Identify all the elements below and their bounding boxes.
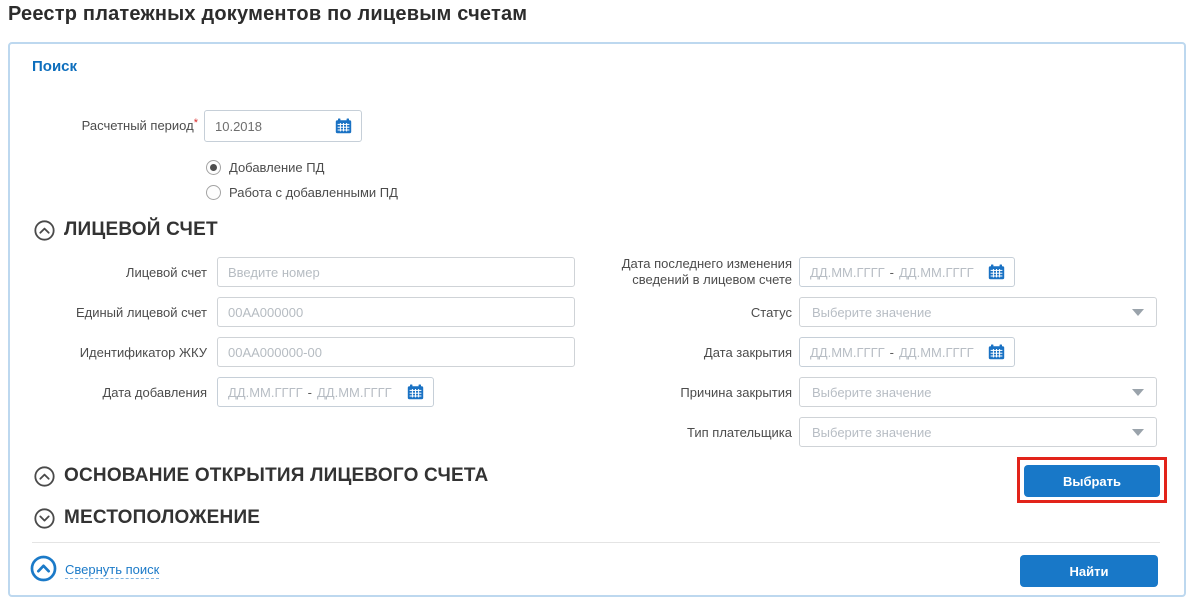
dropdown-caret-icon xyxy=(1132,429,1144,436)
period-input[interactable]: 10.2018 xyxy=(204,110,362,142)
close-date-range-input[interactable]: ДД.ММ.ГГГГ - ДД.ММ.ГГГГ xyxy=(799,337,1015,367)
dropdown-caret-icon xyxy=(1132,389,1144,396)
date-added-label: Дата добавления xyxy=(10,385,207,401)
unified-account-label: Единый лицевой счет xyxy=(10,305,207,321)
chevron-up-circle-icon xyxy=(30,555,57,582)
date-mask: ДД.ММ.ГГГГ xyxy=(899,265,974,280)
find-button[interactable]: Найти xyxy=(1020,555,1158,587)
unified-account-input[interactable] xyxy=(217,297,575,327)
collapse-search-label: Свернуть поиск xyxy=(65,562,159,579)
radio-option-adding-pd[interactable]: Добавление ПД xyxy=(206,160,324,175)
calendar-icon[interactable] xyxy=(407,384,424,400)
select-placeholder: Выберите значение xyxy=(812,425,931,440)
zhku-id-input[interactable] xyxy=(217,337,575,367)
radio-button-selected xyxy=(206,160,221,175)
select-basis-button[interactable]: Выбрать xyxy=(1024,465,1160,497)
calendar-icon[interactable] xyxy=(988,264,1005,280)
dropdown-caret-icon xyxy=(1132,309,1144,316)
account-number-input[interactable] xyxy=(217,257,575,287)
radio-button-unselected xyxy=(206,185,221,200)
section-title: МЕСТОПОЛОЖЕНИЕ xyxy=(64,507,260,529)
range-separator: - xyxy=(308,385,312,400)
date-mask: ДД.ММ.ГГГГ xyxy=(228,385,303,400)
close-reason-select[interactable]: Выберите значение xyxy=(799,377,1157,407)
period-label-text: Расчетный период xyxy=(82,118,194,133)
period-label: Расчетный период* xyxy=(10,118,198,134)
search-panel: Поиск Расчетный период* 10.2018 Добавлен… xyxy=(8,42,1186,597)
chevron-up-circle-icon xyxy=(34,220,55,241)
status-label: Статус xyxy=(592,305,792,321)
range-separator: - xyxy=(890,265,894,280)
date-mask: ДД.ММ.ГГГГ xyxy=(810,265,885,280)
last-change-date-label: Дата последнего изменения сведений в лиц… xyxy=(612,256,792,288)
page-title: Реестр платежных документов по лицевым с… xyxy=(8,3,527,26)
radio-option-work-with-added-pd[interactable]: Работа с добавленными ПД xyxy=(206,185,398,200)
required-asterisk: * xyxy=(194,117,198,129)
radio-label: Работа с добавленными ПД xyxy=(229,185,398,200)
chevron-up-circle-icon xyxy=(34,466,55,487)
date-added-range-input[interactable]: ДД.ММ.ГГГГ - ДД.ММ.ГГГГ xyxy=(217,377,434,407)
close-reason-label: Причина закрытия xyxy=(592,385,792,401)
account-number-label: Лицевой счет xyxy=(10,265,207,281)
radio-label: Добавление ПД xyxy=(229,160,324,175)
zhku-id-label: Идентификатор ЖКУ xyxy=(10,345,207,361)
payer-type-label: Тип плательщика xyxy=(592,425,792,441)
search-panel-title: Поиск xyxy=(32,58,77,75)
section-header-basis[interactable]: ОСНОВАНИЕ ОТКРЫТИЯ ЛИЦЕВОГО СЧЕТА xyxy=(34,465,488,487)
period-value: 10.2018 xyxy=(215,119,262,134)
select-placeholder: Выберите значение xyxy=(812,385,931,400)
calendar-icon[interactable] xyxy=(988,344,1005,360)
date-mask: ДД.ММ.ГГГГ xyxy=(899,345,974,360)
date-mask: ДД.ММ.ГГГГ xyxy=(810,345,885,360)
section-header-account[interactable]: ЛИЦЕВОЙ СЧЕТ xyxy=(34,219,218,241)
divider xyxy=(32,542,1160,543)
chevron-down-circle-icon xyxy=(34,508,55,529)
select-placeholder: Выберите значение xyxy=(812,305,931,320)
section-header-location[interactable]: МЕСТОПОЛОЖЕНИЕ xyxy=(34,507,260,529)
range-separator: - xyxy=(890,345,894,360)
close-date-label: Дата закрытия xyxy=(592,345,792,361)
calendar-icon[interactable] xyxy=(335,118,352,134)
status-select[interactable]: Выберите значение xyxy=(799,297,1157,327)
section-title: ОСНОВАНИЕ ОТКРЫТИЯ ЛИЦЕВОГО СЧЕТА xyxy=(64,465,488,487)
date-mask: ДД.ММ.ГГГГ xyxy=(317,385,392,400)
last-change-date-range-input[interactable]: ДД.ММ.ГГГГ - ДД.ММ.ГГГГ xyxy=(799,257,1015,287)
section-title: ЛИЦЕВОЙ СЧЕТ xyxy=(64,219,218,241)
payer-type-select[interactable]: Выберите значение xyxy=(799,417,1157,447)
collapse-search-link[interactable]: Свернуть поиск xyxy=(30,555,159,582)
